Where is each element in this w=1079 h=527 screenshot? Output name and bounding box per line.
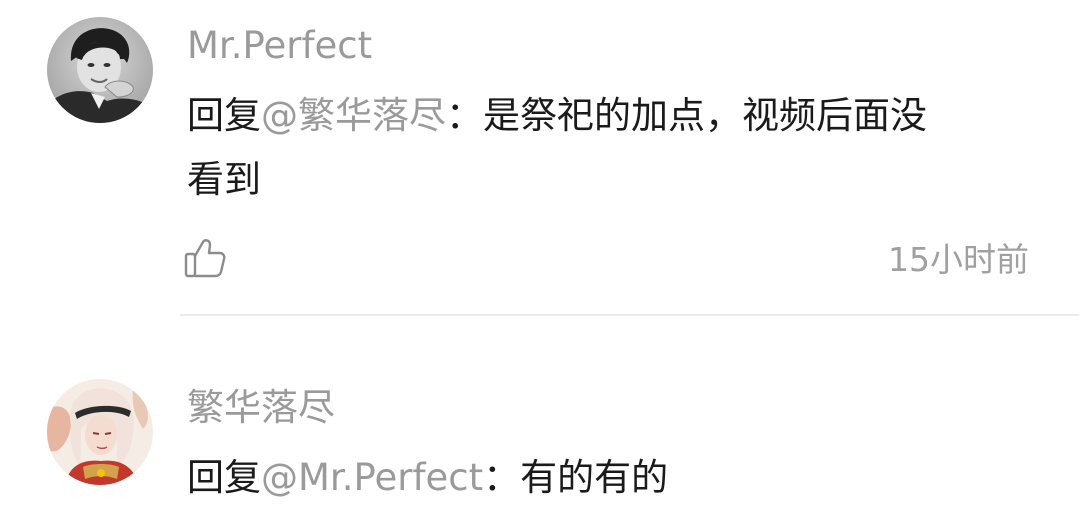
separator: ： xyxy=(446,94,483,137)
reply-prefix: 回复 xyxy=(187,456,261,499)
mention-link[interactable]: @繁华落尽 xyxy=(261,94,446,137)
reply-prefix: 回复 xyxy=(187,94,261,137)
comment-text-line1: 有的有的 xyxy=(520,456,669,499)
thumbs-up-icon[interactable] xyxy=(183,236,227,280)
username[interactable]: Mr.Perfect xyxy=(187,27,372,64)
username[interactable]: 繁华落尽 xyxy=(187,389,335,426)
comment-text-line2: 看到 xyxy=(187,158,261,201)
comment-text-line1: 是祭祀的加点，视频后面没 xyxy=(483,94,927,137)
avatar[interactable] xyxy=(47,379,153,485)
portrait-avatar-icon xyxy=(47,17,153,123)
timestamp: 15小时前 xyxy=(888,240,1029,279)
divider xyxy=(180,314,1079,316)
mention-link[interactable]: @Mr.Perfect xyxy=(261,456,483,499)
avatar[interactable] xyxy=(47,17,153,123)
comment-text: 回复@繁华落尽：是祭祀的加点，视频后面没 看到 xyxy=(187,84,927,212)
anime-character-avatar-icon xyxy=(47,379,153,485)
separator: ： xyxy=(483,456,521,499)
comment-text: 回复@Mr.Perfect：有的有的 xyxy=(187,446,668,510)
